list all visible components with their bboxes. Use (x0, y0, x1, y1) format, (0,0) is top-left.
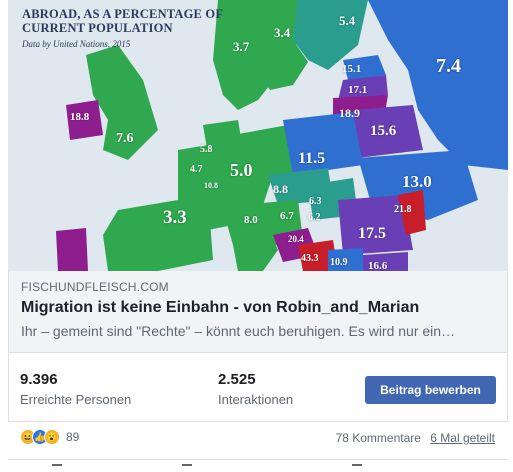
promote-post-button[interactable]: Beitrag bewerben (365, 376, 496, 404)
map-label: 3.7 (233, 39, 250, 54)
map-label: 6.2 (308, 212, 321, 223)
interactions-stat: 2.525 Interaktionen (218, 371, 293, 407)
reactions-summary[interactable]: 😆 👍 😮 89 (20, 429, 79, 445)
map-label: 20.4 (288, 234, 304, 244)
shares-link[interactable]: 6 Mal geteilt (430, 431, 495, 445)
map-label: 13.0 (402, 172, 432, 191)
map-label: 16.6 (368, 260, 388, 271)
map-label: 5.8 (200, 144, 213, 155)
map-label: 7.4 (436, 55, 461, 77)
map-label: 3.4 (274, 25, 291, 40)
map-label: 3.3 (163, 207, 187, 228)
link-headline[interactable]: Migration ist keine Einbahn - von Robin_… (21, 299, 495, 317)
engagement-meta: 78 Kommentare 6 Mal geteilt (330, 431, 495, 445)
link-domain: FISCHUNDFLEISCH.COM (21, 280, 169, 294)
map-label: 18.9 (339, 106, 360, 120)
map-subtitle: Data by United Nations, 2015 (22, 39, 131, 49)
comments-link[interactable]: 78 Kommentare (336, 431, 421, 445)
map-label: 8.0 (244, 214, 258, 226)
map-title-line-2: CURRENT POPULATION (22, 21, 173, 35)
reach-value: 9.396 (20, 371, 58, 388)
post-card: ABROAD, AS A PERCENTAGE OF CURRENT POPUL… (0, 0, 513, 472)
share-action-icon[interactable] (352, 464, 362, 472)
map-label: 8.8 (273, 182, 288, 196)
link-description: Ihr – gemeint sind "Rechte" – könnt euch… (21, 323, 456, 339)
map-label: 15.1 (342, 63, 362, 75)
map-label: 15.6 (370, 123, 397, 139)
comment-action-icon[interactable] (182, 464, 192, 472)
insights-panel: 9.396 Erreichte Personen 2.525 Interakti… (8, 353, 508, 421)
divider (8, 421, 508, 422)
map-label: 17.5 (358, 225, 386, 242)
map-title: ABROAD, AS A PERCENTAGE OF CURRENT POPUL… (22, 7, 223, 35)
map-label: 6.3 (309, 196, 322, 207)
link-preview[interactable]: FISCHUNDFLEISCH.COM Migration ist keine … (8, 271, 508, 353)
reach-label: Erreichte Personen (20, 392, 132, 407)
map-label: 5.4 (339, 13, 356, 28)
map-label: 10.8 (204, 181, 218, 190)
map-label: 21.8 (394, 204, 412, 215)
reach-stat: 9.396 Erreichte Personen (20, 371, 131, 407)
interactions-label: Interaktionen (218, 392, 294, 407)
divider (8, 459, 508, 460)
reaction-count: 89 (66, 430, 80, 444)
map-label: 10.9 (330, 257, 348, 268)
map-label: 5.0 (230, 160, 253, 180)
wow-icon: 😮 (44, 429, 60, 445)
map-label: 11.5 (298, 150, 326, 167)
like-action-icon[interactable] (52, 464, 62, 472)
interactions-value: 2.525 (218, 371, 256, 388)
map-label: 7.6 (116, 131, 134, 146)
map-label: 6.7 (280, 210, 294, 222)
map-image[interactable]: ABROAD, AS A PERCENTAGE OF CURRENT POPUL… (8, 0, 508, 271)
map-label: 43.3 (301, 253, 319, 264)
map-label: 17.1 (348, 84, 368, 96)
map-title-line-1: ABROAD, AS A PERCENTAGE OF (22, 7, 224, 21)
map-label: 18.8 (70, 111, 90, 123)
map-label: 4.7 (190, 164, 203, 175)
